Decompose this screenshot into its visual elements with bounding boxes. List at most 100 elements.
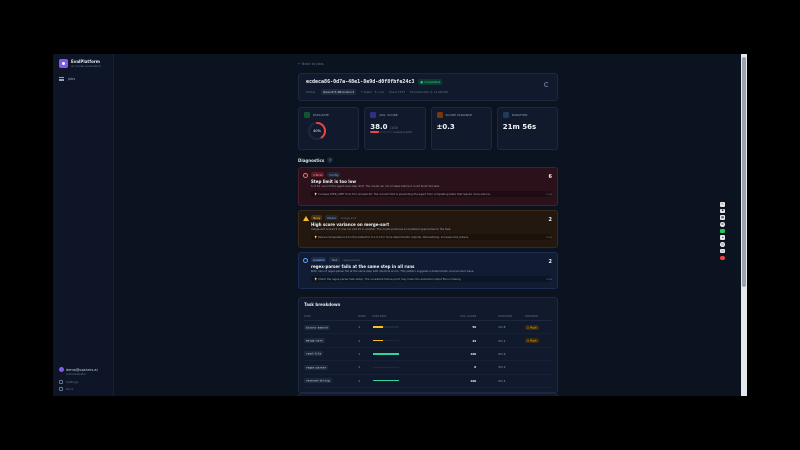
stat-pass-rate: Pass rate 40%	[298, 107, 360, 150]
list-icon	[59, 77, 64, 81]
settings-icon[interactable]: ⚙	[720, 222, 725, 227]
diagnostic-item[interactable]: likely Model merge-sort High score varia…	[298, 210, 558, 248]
mic-icon[interactable]	[720, 228, 725, 234]
floating-toolbar: ↖ ▪ ▦ ⚙ ◂ ◷ ▭	[719, 202, 726, 260]
status-badge: ● completed	[418, 79, 442, 85]
diagnostic-desc: 5 of 10 runs hit the agent-loop step lim…	[311, 185, 440, 188]
task-reference: merge-sort	[340, 215, 357, 220]
diagnostic-hint: 💡 Reduce temperature from the default to…	[311, 234, 551, 240]
gear-icon	[59, 380, 63, 384]
check-icon	[304, 112, 310, 118]
scrollbar-thumb[interactable]	[742, 57, 746, 287]
column-header[interactable]: Duration	[498, 313, 525, 321]
category-badge: Model	[325, 215, 338, 220]
task-name: merge-sort	[304, 338, 325, 344]
folder-icon[interactable]: ▭	[720, 248, 725, 254]
back-link[interactable]: ← Back to jobs	[298, 62, 558, 66]
avatar	[59, 367, 64, 372]
pass-rate-bar	[372, 379, 399, 382]
brand[interactable]: EvalPlatform AI model evaluation	[53, 54, 113, 68]
variance-value: ±0.3	[436, 123, 455, 131]
volume-icon[interactable]: ◂	[720, 235, 725, 240]
duration-cell: 3m 2	[498, 360, 525, 375]
task-table: Task Runs Pass rate Avg. score Duration …	[304, 313, 552, 388]
grid-icon[interactable]: ▦	[720, 215, 725, 220]
pass-rate-bar	[372, 366, 399, 369]
diagnostic-title: Step limit is too low	[311, 179, 357, 184]
model-badge: Qwen3.5-9B-Instruct	[321, 89, 356, 95]
score-cell: 100	[423, 374, 499, 388]
logo-icon	[59, 59, 68, 68]
run-id: ecdeca86-0d7a-48e1-8e9d-d0f8fbfe24c3 ● c…	[306, 79, 442, 85]
runs-cell: 1	[358, 347, 373, 362]
refresh-icon[interactable]	[544, 82, 549, 87]
score-cell: 100	[423, 347, 499, 362]
task-name: reverse-string	[304, 378, 332, 384]
severity-badge: likely	[311, 215, 323, 220]
column-header[interactable]: Runs	[358, 313, 373, 321]
pass-rate-bar	[372, 339, 399, 342]
run-meta: Model: Qwen3.5-9B-Instruct 7 tasks · 5 r…	[306, 89, 448, 95]
severity-badge: possible	[311, 257, 327, 262]
variance-badge: ⚠ High	[524, 324, 539, 330]
pass-rate-bar	[372, 326, 399, 328]
pass-rate-fill	[372, 339, 383, 342]
table-row[interactable]: binary-search 1 50 1m 8 ⚠ High	[304, 320, 552, 335]
run-header: ecdeca86-0d7a-48e1-8e9d-d0f8fbfe24c3 ● c…	[298, 73, 558, 101]
avg-score-bar	[370, 131, 393, 133]
duration-value: 21m 56s	[502, 123, 537, 131]
diagnostic-title: regex-parser fails at the same step in a…	[311, 264, 415, 269]
task-reference: regex-parser	[342, 257, 361, 262]
sidebar-item-jobs[interactable]: Jobs	[59, 77, 113, 81]
clock-icon[interactable]: ◷	[720, 242, 725, 247]
severity-badge: critical	[311, 172, 325, 177]
stat-avg-score: Avg. score 38.0 /100 Lowest quartile	[364, 107, 426, 150]
column-header[interactable]: Pass rate	[372, 313, 424, 321]
target-icon	[370, 112, 377, 118]
score-cell: 0	[423, 360, 499, 375]
warning-icon	[303, 216, 309, 221]
diagnostic-hint: 💡 Check the regex-parser task setup. The…	[311, 276, 551, 282]
diagnostic-desc: Both runs of regex-parser fail at the sa…	[311, 270, 475, 273]
diagnostic-item[interactable]: critical Config Step limit is too low 5 …	[298, 167, 558, 206]
task-name: binary-search	[304, 324, 330, 330]
cursor-icon[interactable]: ↖	[720, 202, 725, 207]
table-row[interactable]: merge-sort 1 25 2m 1 ⚠ High	[304, 333, 552, 348]
duration-cell: 0m 6	[498, 347, 525, 362]
pass-rate-fill	[372, 353, 399, 355]
column-header[interactable]: Variance	[524, 313, 552, 321]
stop-icon[interactable]	[720, 255, 725, 260]
diagnostic-desc: merge-sort scored 0 in one run and 25 in…	[311, 228, 452, 231]
score-cell: 25	[423, 333, 499, 348]
category-badge: Config	[327, 172, 341, 177]
page-scrollbar[interactable]	[741, 54, 747, 396]
sidebar-footer: demo@opshmx.ai Administrator Settings Do…	[59, 367, 98, 391]
app-window: EvalPlatform AI model evaluation Jobs de…	[53, 54, 747, 396]
pass-rate-value: 40%	[313, 129, 321, 133]
table-row[interactable]: regex-parser 1 0 3m 2	[304, 360, 552, 375]
task-name: read-file	[304, 351, 324, 357]
table-row[interactable]: reverse-string 1 100 0m 5	[304, 374, 552, 388]
column-header[interactable]: Avg. score	[423, 313, 499, 321]
sidebar-item-label: Jobs	[68, 77, 76, 81]
user-role: Administrator	[66, 372, 87, 376]
brand-subtitle: AI model evaluation	[71, 64, 101, 68]
runs-cell: 1	[358, 320, 373, 335]
alert-circle-icon	[303, 173, 308, 178]
diagnostics-count: 3	[327, 157, 334, 163]
sidebar-link-settings[interactable]: Settings	[59, 380, 98, 384]
score-cell: 50	[423, 320, 499, 335]
duration-cell: 2m 1	[498, 333, 525, 348]
diagnostics-heading: Diagnostics 3	[298, 157, 558, 163]
stats-row: Pass rate 40% Avg. score 38.0 /100 Lowes…	[298, 107, 558, 150]
camera-icon[interactable]: ▪	[720, 208, 725, 214]
diagnostic-count: 6 runs	[546, 174, 552, 196]
column-header[interactable]: Task	[304, 313, 359, 321]
diagnostic-item[interactable]: possible Task regex-parser regex-parser …	[298, 252, 558, 289]
main-content: ← Back to jobs ecdeca86-0d7a-48e1-8e9d-d…	[114, 54, 747, 396]
next-section-card	[298, 393, 558, 396]
diagnostic-count: 2 runs	[546, 259, 552, 281]
table-row[interactable]: read-file 1 100 0m 6	[304, 347, 552, 362]
sidebar-link-docs[interactable]: Docs	[59, 387, 98, 391]
task-name: regex-parser	[304, 364, 329, 370]
